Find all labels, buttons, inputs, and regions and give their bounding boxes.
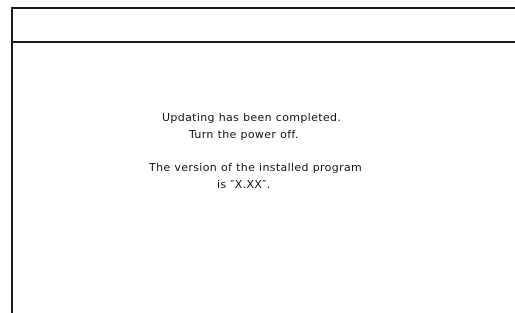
version-value-text: is ″X.XX″. (217, 178, 271, 191)
update-complete-text: Updating has been completed. (162, 111, 342, 124)
version-label-text: The version of the installed program (149, 161, 363, 174)
power-off-instruction: Turn the power off. (189, 128, 299, 141)
header-bar (13, 9, 515, 43)
update-screen: Updating has been completed. Turn the po… (11, 7, 515, 313)
message-area: Updating has been completed. Turn the po… (13, 43, 515, 313)
